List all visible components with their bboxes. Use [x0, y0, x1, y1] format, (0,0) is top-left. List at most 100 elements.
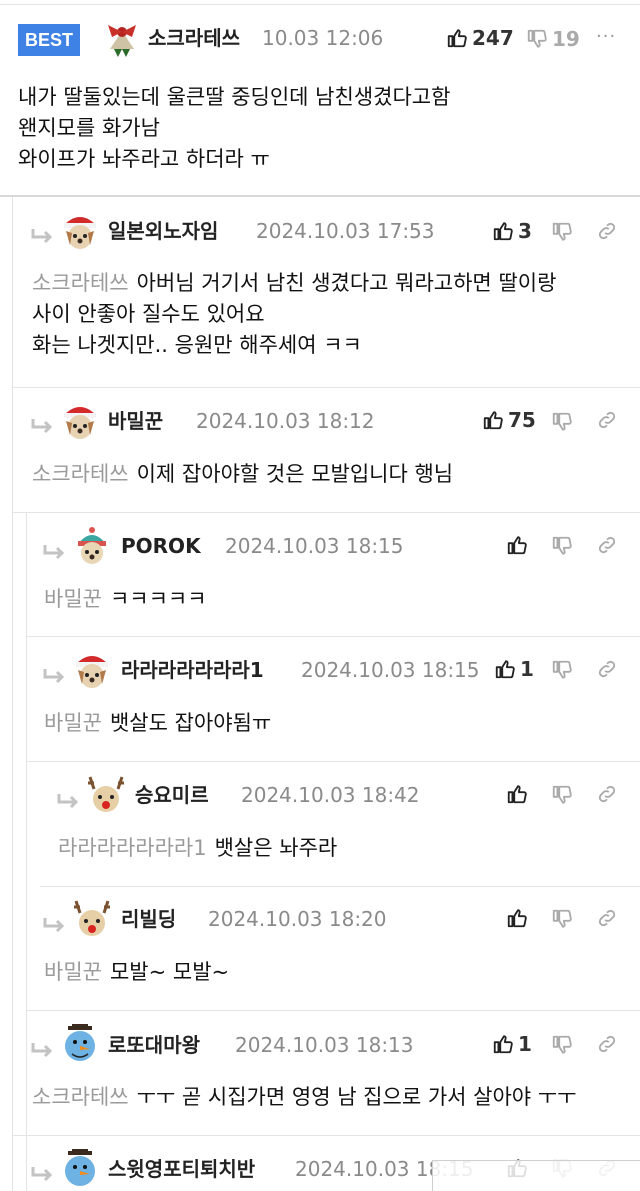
author-name[interactable]: 바밀꾼	[108, 409, 163, 433]
like-button[interactable]	[506, 782, 532, 806]
comment-body: 내가 딸둘있는데 울큰딸 중딩인데 남친생겼다고함 왠지모를 화가남 와이프가 …	[18, 82, 450, 175]
comment-line: 이제 잡아야할 것은 모발입니다 행님	[136, 462, 454, 486]
avatar[interactable]	[86, 775, 126, 815]
avatar[interactable]	[60, 211, 100, 251]
mention-tag[interactable]: 소크라테쓰	[32, 462, 129, 486]
comment-line: 뱃살도 잡아야됨ㅠ	[109, 711, 272, 735]
thumbs-down-icon	[552, 660, 572, 679]
ribbon-bell-icon	[102, 19, 142, 59]
dislike-button[interactable]: 19	[526, 27, 580, 51]
more-icon[interactable]: ···	[596, 26, 616, 47]
mention-tag[interactable]: 바밀꾼	[44, 587, 102, 611]
divider	[40, 886, 640, 887]
mention-tag[interactable]: 라라라라라라라1	[58, 836, 207, 860]
like-count: 3	[518, 219, 532, 243]
dislike-button[interactable]	[551, 534, 573, 558]
author-name[interactable]: 일본외노자임	[108, 219, 218, 243]
thumbs-down-icon	[527, 29, 547, 48]
reply-arrow-icon	[31, 1043, 53, 1058]
mention-tag[interactable]: 바밀꾼	[44, 960, 102, 984]
like-count: 1	[520, 657, 534, 681]
reply-arrow-icon	[31, 419, 53, 434]
author-name[interactable]: 리빌딩	[121, 907, 176, 931]
thumbs-up-icon	[493, 222, 513, 241]
avatar[interactable]	[60, 1024, 100, 1064]
dislike-button[interactable]	[551, 410, 573, 434]
thumbs-up-icon	[447, 29, 467, 48]
dislike-button[interactable]	[551, 658, 573, 682]
like-button[interactable]: 1	[494, 657, 534, 681]
santa-dog-icon	[60, 211, 100, 251]
author-name[interactable]: 소크라테쓰	[148, 26, 240, 50]
thumbs-up-icon	[507, 909, 527, 928]
santa-dog-icon	[60, 401, 100, 441]
like-button[interactable]	[506, 906, 532, 930]
mention-tag[interactable]: 소크라테쓰	[32, 271, 129, 295]
link-button[interactable]	[596, 906, 618, 930]
thumbs-up-icon	[483, 411, 503, 430]
thumbs-down-icon	[552, 909, 572, 928]
mention-tag[interactable]: 바밀꾼	[44, 711, 102, 735]
snowman-icon	[60, 1024, 100, 1064]
comment-line: ㅜㅜ 곧 시집가면 영영 남 집으로 가서 살아야 ㅜㅜ	[136, 1085, 577, 1109]
like-button[interactable]: 3	[492, 219, 532, 243]
divider	[26, 636, 640, 637]
link-button[interactable]	[596, 782, 618, 806]
thread-guide	[12, 197, 13, 1191]
link-button[interactable]	[596, 408, 618, 432]
best-comment: BEST 소크라테쓰 10.03 12:06 247 19 ··· 내가 딸둘있…	[0, 0, 640, 197]
reply-arrow-icon	[57, 794, 79, 809]
comment-body: 소크라테쓰 아버님 거기서 남친 생겼다고 뭐라고하면 딸이랑 사이 안좋아 질수…	[32, 268, 556, 361]
like-button[interactable]: 247	[446, 26, 514, 50]
comment-body: 소크라테쓰 이제 잡아야할 것은 모발입니다 행님	[32, 459, 453, 490]
author-name[interactable]: 스윗영포티퇴치반	[108, 1157, 255, 1181]
avatar[interactable]	[72, 650, 112, 690]
comment-date: 2024.10.03 17:53	[256, 219, 435, 243]
comment-date: 10.03 12:06	[262, 26, 384, 50]
thumbs-down-icon	[552, 412, 572, 431]
reply-arrow-icon	[43, 545, 65, 560]
reindeer-dog-icon	[86, 775, 126, 815]
thumbs-down-icon	[552, 1035, 572, 1054]
author-name[interactable]: POROK	[121, 534, 201, 558]
like-button[interactable]	[506, 533, 532, 557]
comment-line: 사이 안좋아 질수도 있어요	[32, 302, 265, 326]
dislike-button[interactable]	[551, 783, 573, 807]
dislike-count: 19	[552, 27, 580, 51]
dislike-button[interactable]	[551, 907, 573, 931]
comment-line: 화는 나겟지만.. 응원만 해주세여 ㅋㅋ	[32, 333, 362, 357]
dislike-button[interactable]	[551, 220, 573, 244]
author-name[interactable]: 승요미르	[135, 783, 209, 807]
link-button[interactable]	[596, 219, 618, 243]
avatar[interactable]	[72, 526, 112, 566]
link-button[interactable]	[596, 1032, 618, 1056]
like-button[interactable]: 75	[482, 408, 536, 432]
comment-body: 바밀꾼 뱃살도 잡아야됨ㅠ	[44, 708, 271, 739]
comment-body: 바밀꾼 ㅋㅋㅋㅋㅋ	[44, 584, 207, 615]
author-name[interactable]: 로또대마왕	[108, 1033, 200, 1057]
comment-body: 바밀꾼 모발~ 모발~	[44, 957, 229, 988]
comment-line: ㅋㅋㅋㅋㅋ	[109, 587, 207, 611]
like-count: 1	[518, 1032, 532, 1056]
comment-date: 2024.10.03 18:12	[196, 409, 375, 433]
mention-tag[interactable]: 소크라테쓰	[32, 1085, 129, 1109]
author-name[interactable]: 라라라라라라라1	[121, 658, 264, 682]
santa-dog-icon	[72, 650, 112, 690]
reply-arrow-icon	[31, 229, 53, 244]
link-button[interactable]	[596, 533, 618, 557]
avatar[interactable]	[102, 19, 142, 59]
divider	[26, 761, 640, 762]
thumbs-down-icon	[552, 536, 572, 555]
link-button[interactable]	[596, 657, 618, 681]
link-icon	[598, 411, 616, 429]
like-button[interactable]: 1	[492, 1032, 532, 1056]
avatar[interactable]	[60, 401, 100, 441]
thumbs-down-icon	[552, 785, 572, 804]
avatar[interactable]	[72, 899, 112, 939]
comment-date: 2024.10.03 18:13	[235, 1033, 414, 1057]
dislike-button[interactable]	[551, 1033, 573, 1057]
divider	[12, 1135, 640, 1136]
thumbs-up-icon	[507, 785, 527, 804]
avatar[interactable]	[60, 1149, 100, 1189]
link-icon	[598, 660, 616, 678]
